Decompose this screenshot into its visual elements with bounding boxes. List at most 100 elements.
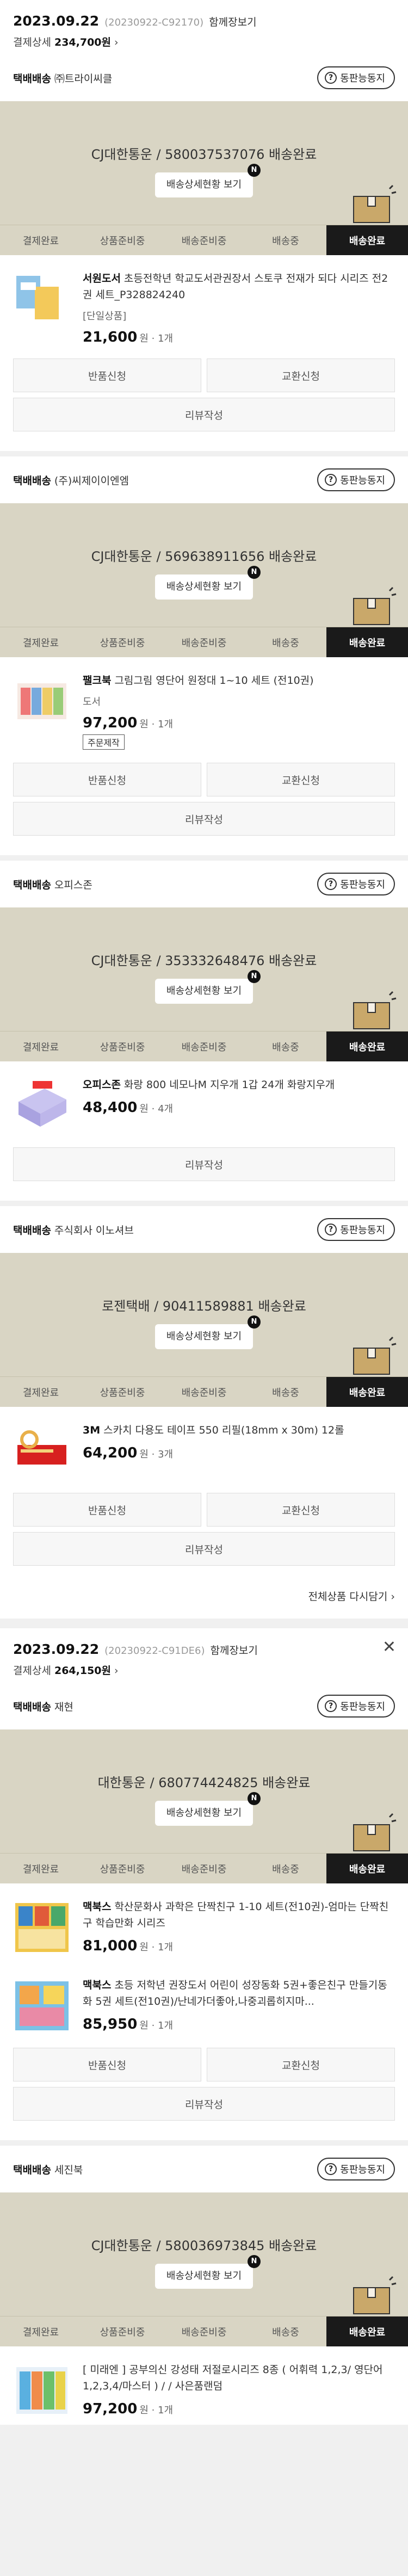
product-price: 48,400 원 · 4개	[83, 1099, 174, 1116]
step: 배송중	[245, 627, 326, 657]
product-option: [단일상품]	[83, 311, 127, 322]
step: 상품준비중	[82, 1031, 163, 1061]
package-box-icon	[353, 991, 397, 1029]
order-item[interactable]: [ 미래엔 ] 공부의신 강성태 저절로시리즈 8종 ( 어휘력 1,2,3/ …	[0, 2346, 408, 2425]
seller-inquiry-button[interactable]: ? 동판능동지	[317, 66, 395, 89]
order-date: 2023.09.22	[13, 1641, 100, 1657]
step: 결제완료	[0, 2316, 82, 2346]
seller-inquiry-button[interactable]: ? 동판능동지	[317, 468, 395, 491]
product-option: 도서	[83, 696, 101, 708]
order-payment-detail[interactable]: 결제상세 234,700원 ›	[13, 34, 395, 49]
product-price: 64,200 원 · 3개	[83, 1445, 174, 1461]
new-badge: N	[248, 1792, 261, 1805]
step: 배송준비중	[163, 1031, 245, 1061]
step: 배송준비중	[163, 1377, 245, 1407]
order-list-page: 2023.09.22 (20230922-C92170) 함께장보기 결제상세 …	[0, 0, 408, 2425]
product-thumbnail	[17, 1430, 66, 1465]
delivery-detail-button[interactable]: 배송상세현황 보기 N	[155, 566, 261, 600]
seller-inquiry-button[interactable]: ? 동판능동지	[317, 2158, 395, 2180]
order-total: 264,150원	[54, 1665, 111, 1677]
order-item[interactable]: 맥북스 초등 저학년 권장도서 어린이 성장동화 5권+좋은친구 만들기동화 5권…	[0, 1962, 408, 2040]
review-button[interactable]: 리뷰작성	[13, 2087, 395, 2121]
close-icon[interactable]: ✕	[382, 1639, 396, 1655]
order-item[interactable]: 팰크북 그림그림 영단어 원정대 1~10 세트 (전10권) 도서 97,200…	[0, 657, 408, 755]
delivery-detail-button[interactable]: 배송상세현황 보기 N	[155, 1792, 261, 1826]
product-price: 85,950 원 · 1개	[83, 2016, 174, 2033]
product-price: 97,200 원 · 1개	[83, 715, 174, 731]
seller-inquiry-button[interactable]: ? 동판능동지	[317, 1218, 395, 1241]
order-item[interactable]: 오피스존 화랑 800 네모나M 지우개 1갑 24개 화랑지우개 48,400 원…	[0, 1061, 408, 1140]
package-box-icon	[353, 1813, 397, 1851]
review-button[interactable]: 리뷰작성	[13, 802, 395, 836]
order-card: 2023.09.22 (20230922-C92170) 함께장보기 결제상세 …	[0, 0, 408, 1619]
step: 결제완료	[0, 225, 82, 255]
return-button[interactable]: 반품신청	[13, 1493, 201, 1527]
courier-status: 로젠택배 / 90411589881 배송완료	[102, 1299, 306, 1314]
exchange-button[interactable]: 교환신청	[207, 763, 395, 796]
order-together-link[interactable]: 함께장보기	[209, 14, 256, 29]
review-button[interactable]: 리뷰작성	[13, 1147, 395, 1181]
order-date: 2023.09.22	[13, 13, 100, 29]
product-price: 81,000 원 · 1개	[83, 1938, 174, 1954]
question-icon: ?	[325, 474, 337, 486]
exchange-button[interactable]: 교환신청	[207, 359, 395, 392]
package-seller: 택배배송 (주)씨제이이엔엠	[13, 474, 129, 487]
package: 택배배송 주식회사 이노셔브 ? 동판능동지 로젠택배 / 90411589881 …	[0, 1201, 408, 1619]
delivery-detail-button[interactable]: 배송상세현황 보기 N	[155, 970, 261, 1004]
product-thumbnail	[15, 1903, 69, 1952]
package: 택배배송 ㈜트라이씨클 ? 동판능동지 CJ대한통운 / 580037537076 …	[0, 54, 408, 451]
order-header: 2023.09.22 (20230922-C92170) 함께장보기 결제상세 …	[0, 0, 408, 54]
question-icon: ?	[325, 2163, 337, 2175]
return-button[interactable]: 반품신청	[13, 2048, 201, 2081]
delivery-detail-button[interactable]: 배송상세현황 보기 N	[155, 1315, 261, 1349]
new-badge: N	[248, 566, 261, 579]
order-card: 2023.09.22 (20230922-C91DE6) 함께장보기 ✕ 결제상…	[0, 1628, 408, 2425]
reorder-all-link[interactable]: 전체상품 다시담기 ›	[0, 1585, 408, 1619]
exchange-button[interactable]: 교환신청	[207, 1493, 395, 1527]
step: 배송중	[245, 1031, 326, 1061]
exchange-button[interactable]: 교환신청	[207, 2048, 395, 2081]
delivery-detail-button[interactable]: 배송상세현황 보기 N	[155, 164, 261, 197]
order-item[interactable]: 3M 스카치 다용도 테이프 550 리필(18mm x 30m) 12롤 64,…	[0, 1407, 408, 1485]
step: 배송준비중	[163, 2316, 245, 2346]
courier-status: CJ대한통운 / 580037537076 배송완료	[91, 147, 317, 162]
delivery-detail-button[interactable]: 배송상세현황 보기 N	[155, 2255, 261, 2289]
new-badge: N	[248, 1315, 261, 1329]
review-button[interactable]: 리뷰작성	[13, 1532, 395, 1566]
product-thumbnail	[15, 1981, 69, 2030]
question-icon: ?	[325, 1700, 337, 1712]
seller-inquiry-button[interactable]: ? 동판능동지	[317, 873, 395, 895]
order-together-link[interactable]: 함께장보기	[210, 1642, 257, 1657]
delivery-tracker: CJ대한통운 / 353332648476 배송완료 배송상세현황 보기 N 결제…	[0, 907, 408, 1061]
package-box-icon	[353, 586, 397, 625]
order-header: 2023.09.22 (20230922-C91DE6) 함께장보기 ✕ 결제상…	[0, 1628, 408, 1683]
custom-order-tag: 주문제작	[83, 734, 125, 750]
step: 결제완료	[0, 1854, 82, 1883]
product-thumbnail	[17, 683, 66, 719]
return-button[interactable]: 반품신청	[13, 359, 201, 392]
order-payment-detail[interactable]: 결제상세 264,150원 ›	[13, 1663, 395, 1677]
order-item[interactable]: 서원도서 초등전학년 학교도서관권장서 스토쿠 전재가 되다 시리즈 전2권 세트…	[0, 255, 408, 351]
courier-status: CJ대한통운 / 569638911656 배송완료	[91, 549, 317, 564]
step: 결제완료	[0, 627, 82, 657]
package-box-icon	[353, 2276, 397, 2314]
step-current: 배송완료	[326, 1031, 408, 1061]
product-title: 오피스존 화랑 800 네모나M 지우개 1갑 24개 화랑지우개	[83, 1079, 335, 1091]
order-number: (20230922-C91DE6)	[104, 1645, 205, 1657]
courier-status: 대한통운 / 680774424825 배송완료	[97, 1775, 311, 1790]
step: 상품준비중	[82, 1377, 163, 1407]
delivery-tracker: 대한통운 / 680774424825 배송완료 배송상세현황 보기 N 결제완료…	[0, 1729, 408, 1883]
order-number: (20230922-C92170)	[104, 17, 204, 28]
new-badge: N	[248, 164, 261, 177]
delivery-steps: 결제완료 상품준비중 배송준비중 배송중 배송완료	[0, 1031, 408, 1061]
question-icon: ?	[325, 72, 337, 84]
return-button[interactable]: 반품신청	[13, 763, 201, 796]
review-button[interactable]: 리뷰작성	[13, 398, 395, 431]
delivery-steps: 결제완료 상품준비중 배송준비중 배송중 배송완료	[0, 225, 408, 255]
order-item[interactable]: 맥북스 학산문화사 과학은 단짝친구 1-10 세트(전10권)-엄마는 단짝친구…	[0, 1883, 408, 1962]
product-price: 21,600 원 · 1개	[83, 329, 174, 345]
seller-inquiry-button[interactable]: ? 동판능동지	[317, 1695, 395, 1718]
product-title: 맥북스 초등 저학년 권장도서 어린이 성장동화 5권+좋은친구 만들기동화 5권…	[83, 1979, 387, 2007]
step: 상품준비중	[82, 627, 163, 657]
package-box-icon	[353, 1336, 397, 1375]
